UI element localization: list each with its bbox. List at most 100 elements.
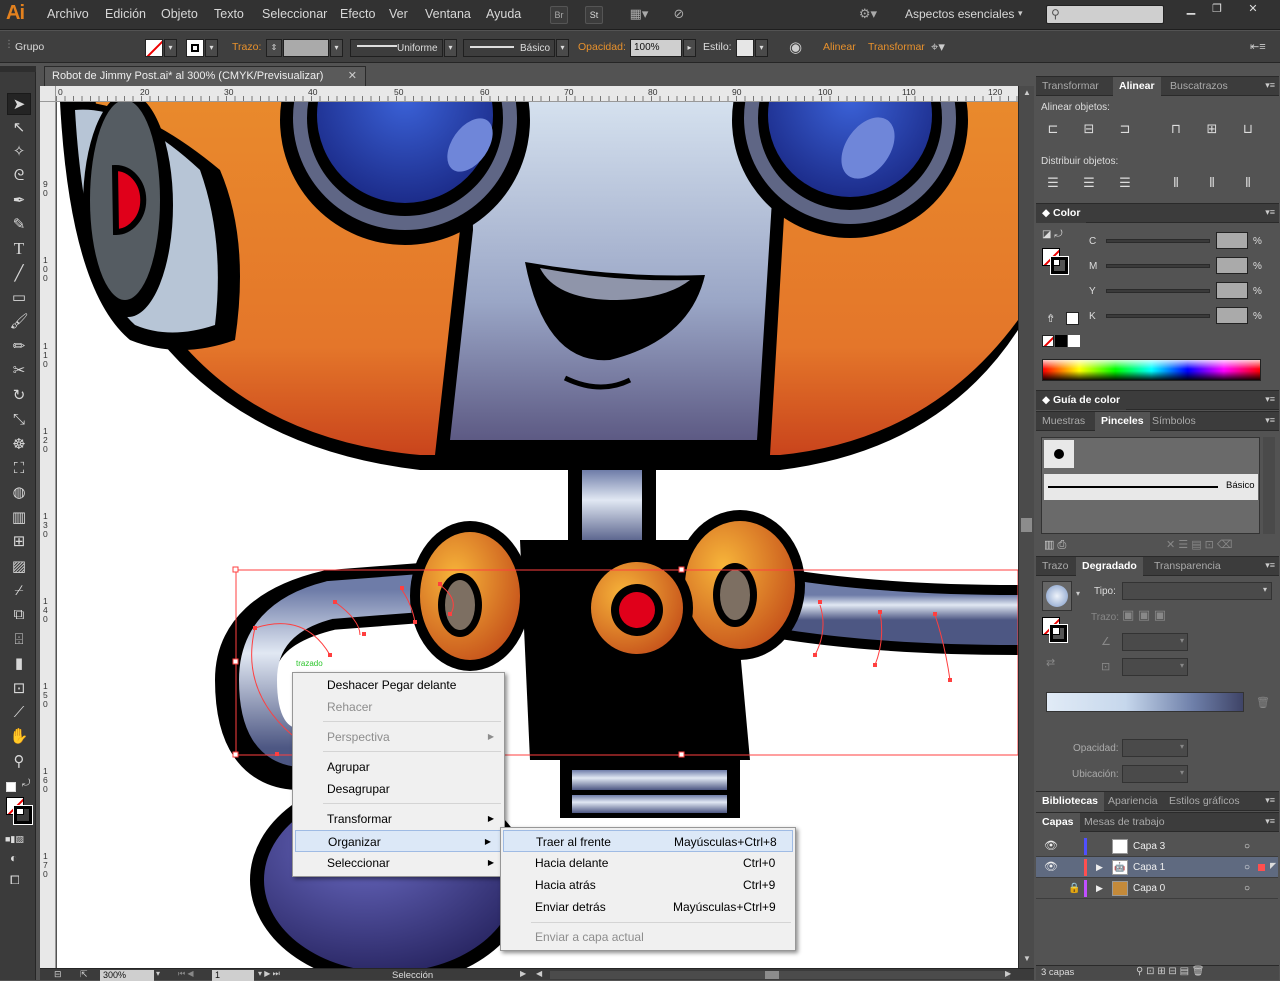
gradient-slider[interactable] (1046, 692, 1244, 712)
menu-ventana[interactable]: Ventana (425, 7, 471, 21)
recolor-artwork-icon[interactable]: ◉ (789, 38, 802, 56)
gradient-tool-icon[interactable]: ▨ (7, 556, 31, 578)
channel-c-slider[interactable] (1106, 239, 1210, 243)
stroke-dropdown[interactable]: ▾ (205, 39, 218, 57)
menu-item-bring-forward[interactable]: Hacia delante Ctrl+0 (501, 852, 795, 874)
workspace-switcher[interactable]: Aspectos esenciales (905, 7, 1014, 21)
align-right-icon[interactable]: ⊐ (1116, 121, 1134, 137)
pencil-tool-icon[interactable]: ✏ (7, 336, 31, 358)
channel-k-slider[interactable] (1106, 314, 1210, 318)
artboard-tool-icon[interactable]: ⊡ (7, 678, 31, 700)
gradient-angle-field[interactable]: ▾ (1122, 633, 1188, 651)
direct-selection-tool-icon[interactable]: ↖ (7, 117, 31, 139)
align-hcenter-icon[interactable]: ⊟ (1080, 121, 1098, 137)
opacity-dropdown[interactable]: ▸ (683, 39, 696, 57)
menu-item-undo-paste-front[interactable]: Deshacer Pegar delante (293, 674, 504, 696)
gradient-stroke-swatch[interactable] (1049, 624, 1068, 643)
tab-transparency[interactable]: Transparencia (1148, 557, 1227, 576)
type-tool-icon[interactable]: T (7, 238, 31, 260)
align-link[interactable]: Alinear (823, 41, 856, 53)
pen-tool-icon[interactable]: ✒ (7, 190, 31, 212)
none-swatch[interactable] (1042, 335, 1054, 347)
warp-tool-icon[interactable]: ☸ (7, 434, 31, 456)
h-scroll-thumb[interactable] (765, 971, 779, 979)
menu-item-send-to-back[interactable]: Enviar detrás Mayúsculas+Ctrl+9 (501, 896, 795, 918)
close-window-button[interactable]: ✕ (1242, 2, 1264, 16)
control-bar-menu-icon[interactable]: ⇤≡ (1250, 40, 1266, 53)
current-tool-status[interactable]: Selección (392, 970, 433, 981)
tab-color[interactable]: ◆ Color (1036, 204, 1087, 223)
distribute-top-icon[interactable]: ☰ (1044, 175, 1062, 191)
restore-button[interactable]: ❐ (1206, 2, 1228, 16)
scroll-right-icon[interactable]: ▶ (1005, 969, 1011, 978)
gpu-performance-icon[interactable]: ⊘ (668, 6, 690, 24)
channel-m-field[interactable] (1216, 257, 1248, 274)
align-top-icon[interactable]: ⊓ (1167, 121, 1185, 137)
first-artboard-icon[interactable]: ⏮ ◀ (178, 969, 194, 979)
status-menu-icon[interactable]: ▶ (520, 969, 526, 978)
brush-definition[interactable]: Básico (463, 39, 555, 57)
stroke-weight-label[interactable]: Trazo: (232, 41, 261, 53)
zoom-dropdown-icon[interactable]: ▾ (156, 969, 160, 978)
calligraphic-brush[interactable] (1044, 440, 1074, 468)
selection-indicator[interactable] (1258, 864, 1265, 871)
menu-item-redo[interactable]: Rehacer (293, 696, 504, 718)
line-tool-icon[interactable]: ╱ (7, 263, 31, 285)
tab-swatches[interactable]: Muestras (1036, 412, 1091, 431)
gradient-opacity-field[interactable]: ▾ (1122, 739, 1188, 757)
panel-menu-icon[interactable]: ▾≡ (1265, 80, 1275, 91)
tab-stroke[interactable]: Trazo (1036, 557, 1074, 576)
artboard-dropdown-icon[interactable]: ▾ ▶ ⏭ (258, 969, 280, 979)
tools-panel-grip[interactable] (0, 66, 36, 72)
rotate-tool-icon[interactable]: ↻ (7, 385, 31, 407)
scroll-left-icon[interactable]: ◀ (536, 969, 542, 978)
isolate-group-icon[interactable]: ⌖▾ (931, 39, 945, 55)
close-document-icon[interactable]: ✕ (348, 67, 357, 85)
menu-item-bring-to-front[interactable]: Traer al frente Mayúsculas+Ctrl+8 (503, 830, 793, 852)
panel-menu-icon[interactable]: ▾≡ (1265, 207, 1275, 218)
tab-symbols[interactable]: Símbolos (1146, 412, 1202, 431)
channel-y-slider[interactable] (1106, 289, 1210, 293)
layer-target-icon[interactable]: ○ (1244, 878, 1250, 899)
delete-stop-icon[interactable]: 🗑 (1256, 696, 1270, 709)
scroll-down-icon[interactable]: ▼ (1023, 954, 1031, 963)
menu-item-transform[interactable]: Transformar ▶ (293, 808, 504, 830)
tab-libraries[interactable]: Bibliotecas (1036, 792, 1105, 811)
layer-target-icon[interactable]: ○ (1244, 836, 1250, 857)
menu-item-ungroup[interactable]: Desagrupar (293, 778, 504, 800)
opacity-label[interactable]: Opacidad: (578, 41, 626, 53)
basic-brush-row[interactable]: Básico (1044, 474, 1258, 500)
ruler-origin[interactable] (40, 86, 56, 102)
mesh-tool-icon[interactable]: ⊞ (7, 531, 31, 553)
gradient-preview[interactable] (1042, 581, 1072, 611)
symbol-sprayer-tool-icon[interactable]: ⌹ (7, 629, 31, 651)
align-bottom-icon[interactable]: ⊔ (1239, 121, 1257, 137)
scroll-up-icon[interactable]: ▲ (1023, 88, 1031, 97)
swap-colors-icon[interactable]: ⤾ (22, 778, 30, 789)
layers-actions-icons[interactable]: ⚲ ⊡ ⊞ ⊟ ▤ 🗑 (1136, 966, 1205, 977)
layer-row-capa-1[interactable]: 👁 ▶ 🤖 Capa 1 ○ ◤ (1036, 857, 1278, 878)
brush-libraries-icon[interactable]: ▥ ⎙ (1044, 538, 1066, 552)
menu-objeto[interactable]: Objeto (161, 7, 198, 21)
variable-width-profile[interactable]: Uniforme (350, 39, 443, 57)
menu-ver[interactable]: Ver (389, 7, 408, 21)
menu-item-send-backward[interactable]: Hacia atrás Ctrl+9 (501, 874, 795, 896)
black-swatch[interactable] (1055, 335, 1067, 347)
style-dropdown[interactable]: ▾ (755, 39, 768, 57)
stroke-gradient-options-icons[interactable]: ▣ ▣ ▣ (1122, 607, 1166, 623)
menu-item-send-to-current-layer[interactable]: Enviar a capa actual (501, 926, 795, 948)
tab-appearance[interactable]: Apariencia (1102, 792, 1164, 811)
fill-swatch[interactable] (145, 39, 163, 57)
brushes-scrollbar[interactable] (1263, 437, 1275, 534)
layer-target-icon[interactable]: ○ (1244, 857, 1250, 878)
panel-menu-icon[interactable]: ▾≡ (1265, 394, 1275, 405)
distribute-vcenter-icon[interactable]: ☰ (1080, 175, 1098, 191)
shape-builder-tool-icon[interactable]: ◍ (7, 482, 31, 504)
tab-gradient[interactable]: Degradado (1076, 557, 1143, 576)
visibility-eye-icon[interactable]: 👁 (1044, 836, 1058, 857)
panel-menu-icon[interactable]: ▾≡ (1265, 560, 1275, 571)
reverse-gradient-icon[interactable]: ⇄ (1046, 656, 1055, 669)
hand-tool-icon[interactable]: ✋ (7, 726, 31, 748)
paintbrush-tool-icon[interactable]: 🖌 (7, 311, 31, 333)
draw-mode-icon[interactable]: ◐ (10, 851, 17, 865)
